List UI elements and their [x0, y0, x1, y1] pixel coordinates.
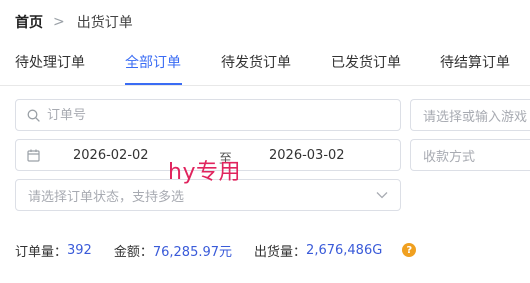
shipped-quantity-label: 出货量： [254, 244, 307, 260]
breadcrumb: 首页 > 出货订单 [15, 12, 133, 32]
order-tabs: 待处理订单 全部订单 待发货订单 已发货订单 待结算订单 [0, 52, 530, 86]
payment-method-select[interactable]: 收款方式 [410, 139, 530, 171]
tab-shipped[interactable]: 已发货订单 [331, 52, 401, 72]
order-status-placeholder: 请选择订单状态，支持多选 [28, 189, 185, 205]
search-icon [27, 109, 40, 122]
order-count-label: 订单量： [15, 244, 68, 260]
tab-to-ship[interactable]: 待发货订单 [221, 52, 291, 72]
order-number-field[interactable] [15, 99, 401, 131]
game-select[interactable]: 请选择或输入游戏 [410, 99, 530, 131]
amount-label: 金额： [113, 244, 153, 260]
chevron-down-icon [376, 191, 388, 199]
shipped-quantity-value: 2,676,486G [306, 242, 383, 258]
end-date[interactable]: 2026-03-02 [269, 148, 345, 163]
start-date[interactable]: 2026-02-02 [73, 148, 149, 163]
amount-value: 76,285.97元 [152, 244, 233, 260]
breadcrumb-separator-icon: > [53, 14, 65, 30]
tabs-divider [0, 85, 530, 86]
tab-pending[interactable]: 待处理订单 [15, 52, 85, 72]
calendar-icon [27, 149, 40, 162]
payment-method-placeholder: 收款方式 [423, 149, 476, 165]
breadcrumb-home[interactable]: 首页 [15, 12, 43, 32]
tab-to-settle[interactable]: 待结算订单 [440, 52, 510, 72]
game-select-placeholder: 请选择或输入游戏 [423, 109, 528, 125]
tab-all-orders[interactable]: 全部订单 [125, 52, 181, 72]
order-number-input[interactable] [47, 107, 400, 123]
order-count-value: 392 [67, 242, 92, 258]
watermark-text: hy专用 [168, 160, 241, 185]
order-stats: 订单量： 392 金额： 76,285.97元 出货量： 2,676,486G … [15, 241, 417, 260]
breadcrumb-current: 出货订单 [76, 15, 133, 31]
help-icon[interactable]: ? [402, 243, 417, 257]
